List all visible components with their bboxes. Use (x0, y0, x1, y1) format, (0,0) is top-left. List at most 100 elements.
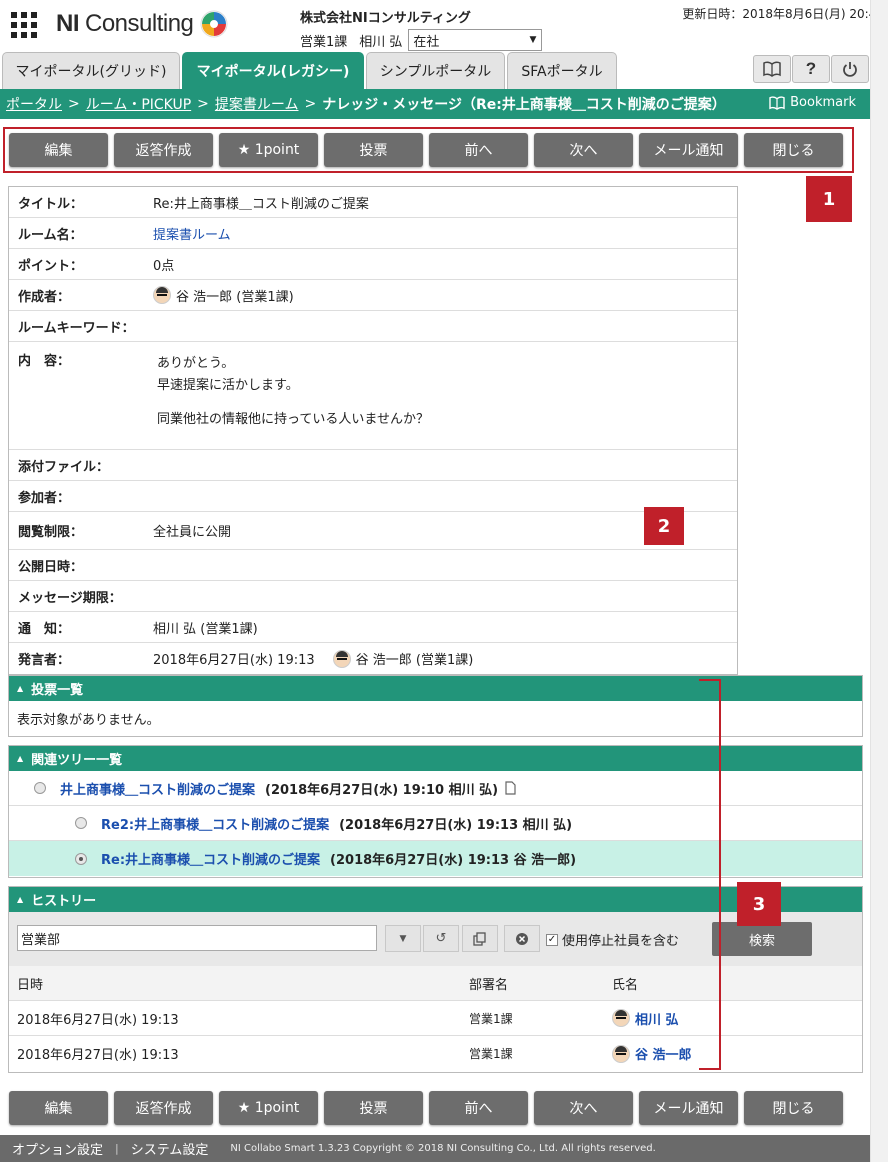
reply-button[interactable]: 返答作成 (114, 1091, 213, 1125)
previous-button[interactable]: 前へ (429, 1091, 528, 1125)
breadcrumb-separator: > (68, 96, 80, 112)
clear-button[interactable] (504, 925, 540, 952)
room-link[interactable]: 提案書ルーム (153, 224, 231, 243)
history-search-input[interactable]: 営業部 (17, 925, 377, 951)
vote-panel-title: 投票一覧 (31, 683, 84, 698)
detail-row-point: ポイント： 0点 (9, 249, 737, 280)
tab-label: シンプルポータル (379, 64, 492, 80)
company-logo[interactable]: NI Consulting (56, 8, 229, 40)
manual-button[interactable] (753, 55, 791, 83)
app-grid-icon[interactable] (11, 12, 37, 38)
dropdown-arrow-icon: ▼ (529, 35, 537, 45)
speaker-name: 谷 浩一郎 (営業1課) (355, 653, 474, 668)
dropdown-button[interactable]: ▼ (385, 925, 421, 952)
detail-row-notify: 通 知： 相川 弘 (営業1課) (9, 612, 737, 643)
vote-list-panel: ▲ 投票一覧 表示対象がありません。 (8, 675, 863, 737)
updated-timestamp: 更新日時：2018年8月6日(月) 20:41 (682, 7, 884, 21)
help-icon: ? (805, 59, 817, 78)
history-search-button[interactable]: 検索 (712, 922, 812, 956)
tree-row[interactable]: Re2:井上商事様＿コスト削減のご提案 (2018年6月27日(水) 19:13… (9, 806, 862, 841)
breadcrumb-proposal-room[interactable]: 提案書ルーム (215, 94, 299, 114)
breadcrumb-room-pickup[interactable]: ルーム・PICKUP (86, 94, 191, 114)
detail-author-value: 谷 浩一郎 (営業1課) (176, 289, 294, 305)
vote-panel-header[interactable]: ▲ 投票一覧 (9, 676, 862, 701)
vote-button[interactable]: 投票 (324, 1091, 423, 1125)
history-user-link[interactable]: 谷 浩一郎 (635, 1044, 692, 1063)
logo-text: Consulting (85, 10, 194, 37)
detail-point-value: 0点 (153, 258, 175, 274)
avatar (332, 649, 351, 668)
power-icon (843, 62, 857, 77)
vertical-scrollbar[interactable] (870, 0, 888, 1162)
history-search-bar: 営業部 ▼ ↺ ✓ 使用停止社員を含む 検索 (9, 912, 862, 966)
logout-button[interactable] (831, 55, 869, 83)
tab-my-portal-legacy[interactable]: マイポータル(レガシー) (182, 52, 364, 89)
detail-row-expire: メッセージ期限： (9, 581, 737, 612)
callout-tag-1: 1 (806, 176, 852, 222)
detail-label: メッセージ期限： (18, 590, 122, 606)
breadcrumb-portal[interactable]: ポータル (6, 94, 62, 114)
history-dept: 営業1課 (469, 1047, 513, 1061)
related-tree-panel: ▲ 関連ツリー一覧 井上商事様＿コスト削減のご提案 (2018年6月27日(水)… (8, 745, 863, 878)
collapse-triangle-icon: ▲ (17, 754, 24, 763)
avatar (153, 286, 171, 304)
logo-mark-icon (200, 10, 228, 38)
tab-simple-portal[interactable]: シンプルポータル (366, 52, 505, 89)
tree-item-link[interactable]: 井上商事様＿コスト削減のご提案 (60, 779, 255, 798)
tree-row-selected[interactable]: Re:井上商事様＿コスト削減のご提案 (2018年6月27日(水) 19:13 … (9, 841, 862, 876)
detail-row-attachment: 添付ファイル： (9, 450, 737, 481)
tree-radio[interactable] (34, 782, 46, 794)
detail-row-author: 作成者： 谷 浩一郎 (営業1課) (9, 280, 737, 311)
breadcrumb-separator: > (197, 96, 209, 112)
include-inactive-checkbox[interactable]: ✓ 使用停止社員を含む (546, 930, 679, 949)
col-date: 日時 (17, 977, 44, 993)
content-line: 同業他社の情報他に持っている人いませんか？ (157, 412, 429, 427)
breadcrumb-current: ナレッジ・メッセージ（Re:井上商事様＿コスト削減のご提案） (322, 97, 726, 113)
mail-notify-button[interactable]: メール通知 (639, 1091, 738, 1125)
detail-label: 添付ファイル： (18, 459, 110, 475)
bookmark-button[interactable]: Bookmark (769, 95, 856, 110)
tree-radio-selected[interactable] (75, 852, 87, 865)
callout-bracket-line (719, 680, 721, 1069)
detail-row-keyword: ルームキーワード： (9, 311, 737, 342)
app-header: NI Consulting 株式会社NIコンサルティング 営業1課 相川 弘 在… (0, 0, 888, 52)
system-settings-link[interactable]: システム設定 (131, 1139, 209, 1158)
point-button[interactable]: ★ 1point (219, 1091, 318, 1125)
tree-panel-header[interactable]: ▲ 関連ツリー一覧 (9, 746, 862, 771)
detail-row-access: 閲覧制限： 全社員に公開 (9, 512, 737, 550)
tree-row[interactable]: 井上商事様＿コスト削減のご提案 (2018年6月27日(水) 19:10 相川 … (9, 771, 862, 806)
tree-panel-title: 関連ツリー一覧 (31, 753, 123, 768)
reset-button[interactable]: ↺ (423, 925, 459, 952)
tree-item-link[interactable]: Re:井上商事様＿コスト削減のご提案 (101, 849, 320, 868)
detail-row-speaker: 発言者： 2018年6月27日(水) 19:13 谷 浩一郎 (営業1課) (9, 643, 737, 674)
vote-empty-message: 表示対象がありません。 (17, 713, 160, 728)
close-button[interactable]: 閉じる (744, 1091, 843, 1125)
copy-button[interactable] (462, 925, 498, 952)
edit-button[interactable]: 編集 (9, 1091, 108, 1125)
tab-sfa-portal[interactable]: SFAポータル (507, 52, 617, 89)
history-panel-header[interactable]: ▲ ヒストリー (9, 887, 862, 912)
detail-row-content: 内 容： ありがとう。 早速提案に活かします。 同業他社の情報他に持っている人い… (9, 342, 737, 450)
detail-label: 公開日時： (18, 559, 84, 575)
footer-divider: | (115, 1142, 119, 1155)
tab-label: マイポータル(グリッド) (15, 64, 167, 80)
option-settings-link[interactable]: オプション設定 (12, 1139, 103, 1158)
tab-label: マイポータル(レガシー) (196, 64, 350, 80)
history-date: 2018年6月27日(水) 19:13 (17, 1048, 179, 1063)
history-table-header: 日時 部署名 氏名 (9, 966, 862, 1001)
checkbox-checked-icon: ✓ (546, 933, 558, 946)
help-button[interactable]: ? (792, 55, 830, 83)
next-button[interactable]: 次へ (534, 1091, 633, 1125)
speaker-date: 2018年6月27日(水) 19:13 (153, 653, 315, 668)
tab-label: SFAポータル (521, 64, 603, 80)
tree-radio[interactable] (75, 817, 87, 829)
presence-status-select[interactable]: 在社 ▼ (408, 29, 543, 51)
tab-my-portal-grid[interactable]: マイポータル(グリッド) (2, 52, 180, 89)
detail-row-publish: 公開日時： (9, 550, 737, 581)
tree-item-link[interactable]: Re2:井上商事様＿コスト削減のご提案 (101, 814, 329, 833)
presence-status-value: 在社 (413, 34, 440, 50)
callout-tag-3: 3 (737, 882, 781, 926)
history-user-link[interactable]: 相川 弘 (635, 1009, 679, 1028)
history-panel-title: ヒストリー (31, 894, 97, 909)
user-info: 営業1課 相川 弘 在社 ▼ (300, 29, 543, 51)
